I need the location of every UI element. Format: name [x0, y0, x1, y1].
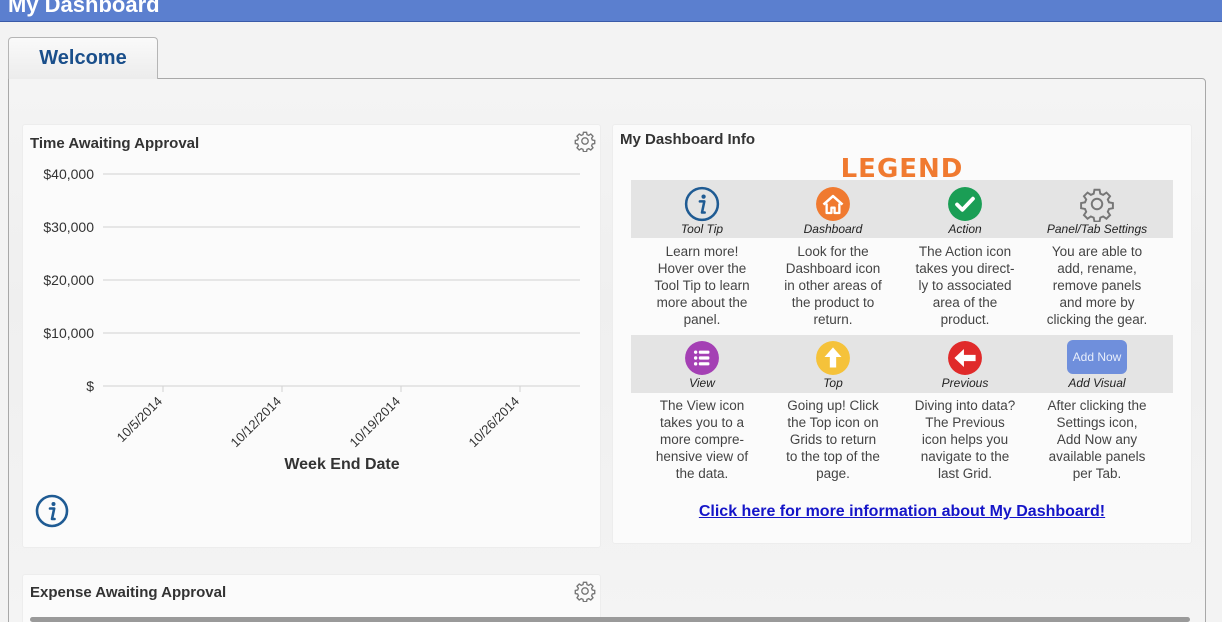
- dashboard-info-panel: My Dashboard Info: [612, 124, 1192, 544]
- dashboard-header: My Dashboard: [0, 0, 1222, 22]
- panel-title: Expense Awaiting Approval: [30, 584, 227, 601]
- gear-icon[interactable]: [574, 580, 596, 603]
- tab-welcome-label: Welcome: [39, 47, 127, 69]
- x-tick-label: 10/12/2014: [227, 394, 284, 451]
- horizontal-scrollbar[interactable]: [30, 617, 1190, 622]
- expense-awaiting-approval-panel: Expense Awaiting Approval: [22, 574, 601, 622]
- y-tick-label: $20,000: [43, 272, 94, 288]
- y-tick-label: $10,000: [43, 325, 94, 341]
- x-axis-label: Week End Date: [284, 456, 399, 473]
- tab-welcome[interactable]: Welcome: [8, 37, 158, 79]
- y-tick-label: $30,000: [43, 219, 94, 235]
- time-approval-chart: $40,000 $30,000 $20,000 $10,000 $10/5/2014 10…: [43, 166, 580, 473]
- panel-title: My Dashboard Info: [620, 131, 756, 148]
- x-tick-label: 10/19/2014: [346, 394, 403, 451]
- x-tick-label: 10/26/2014: [465, 394, 522, 451]
- info-icon[interactable]: [35, 494, 69, 533]
- x-tick-label: 10/5/2014: [114, 394, 166, 446]
- y-tick-label: $40,000: [43, 166, 94, 182]
- page-title: My Dashboard: [8, 0, 160, 17]
- time-awaiting-approval-panel: Time Awaiting Approval $40,000 $30,000 $20…: [22, 124, 601, 548]
- more-info-link[interactable]: Click here for more information about My…: [612, 503, 1192, 521]
- y-tick-label: $: [86, 378, 94, 394]
